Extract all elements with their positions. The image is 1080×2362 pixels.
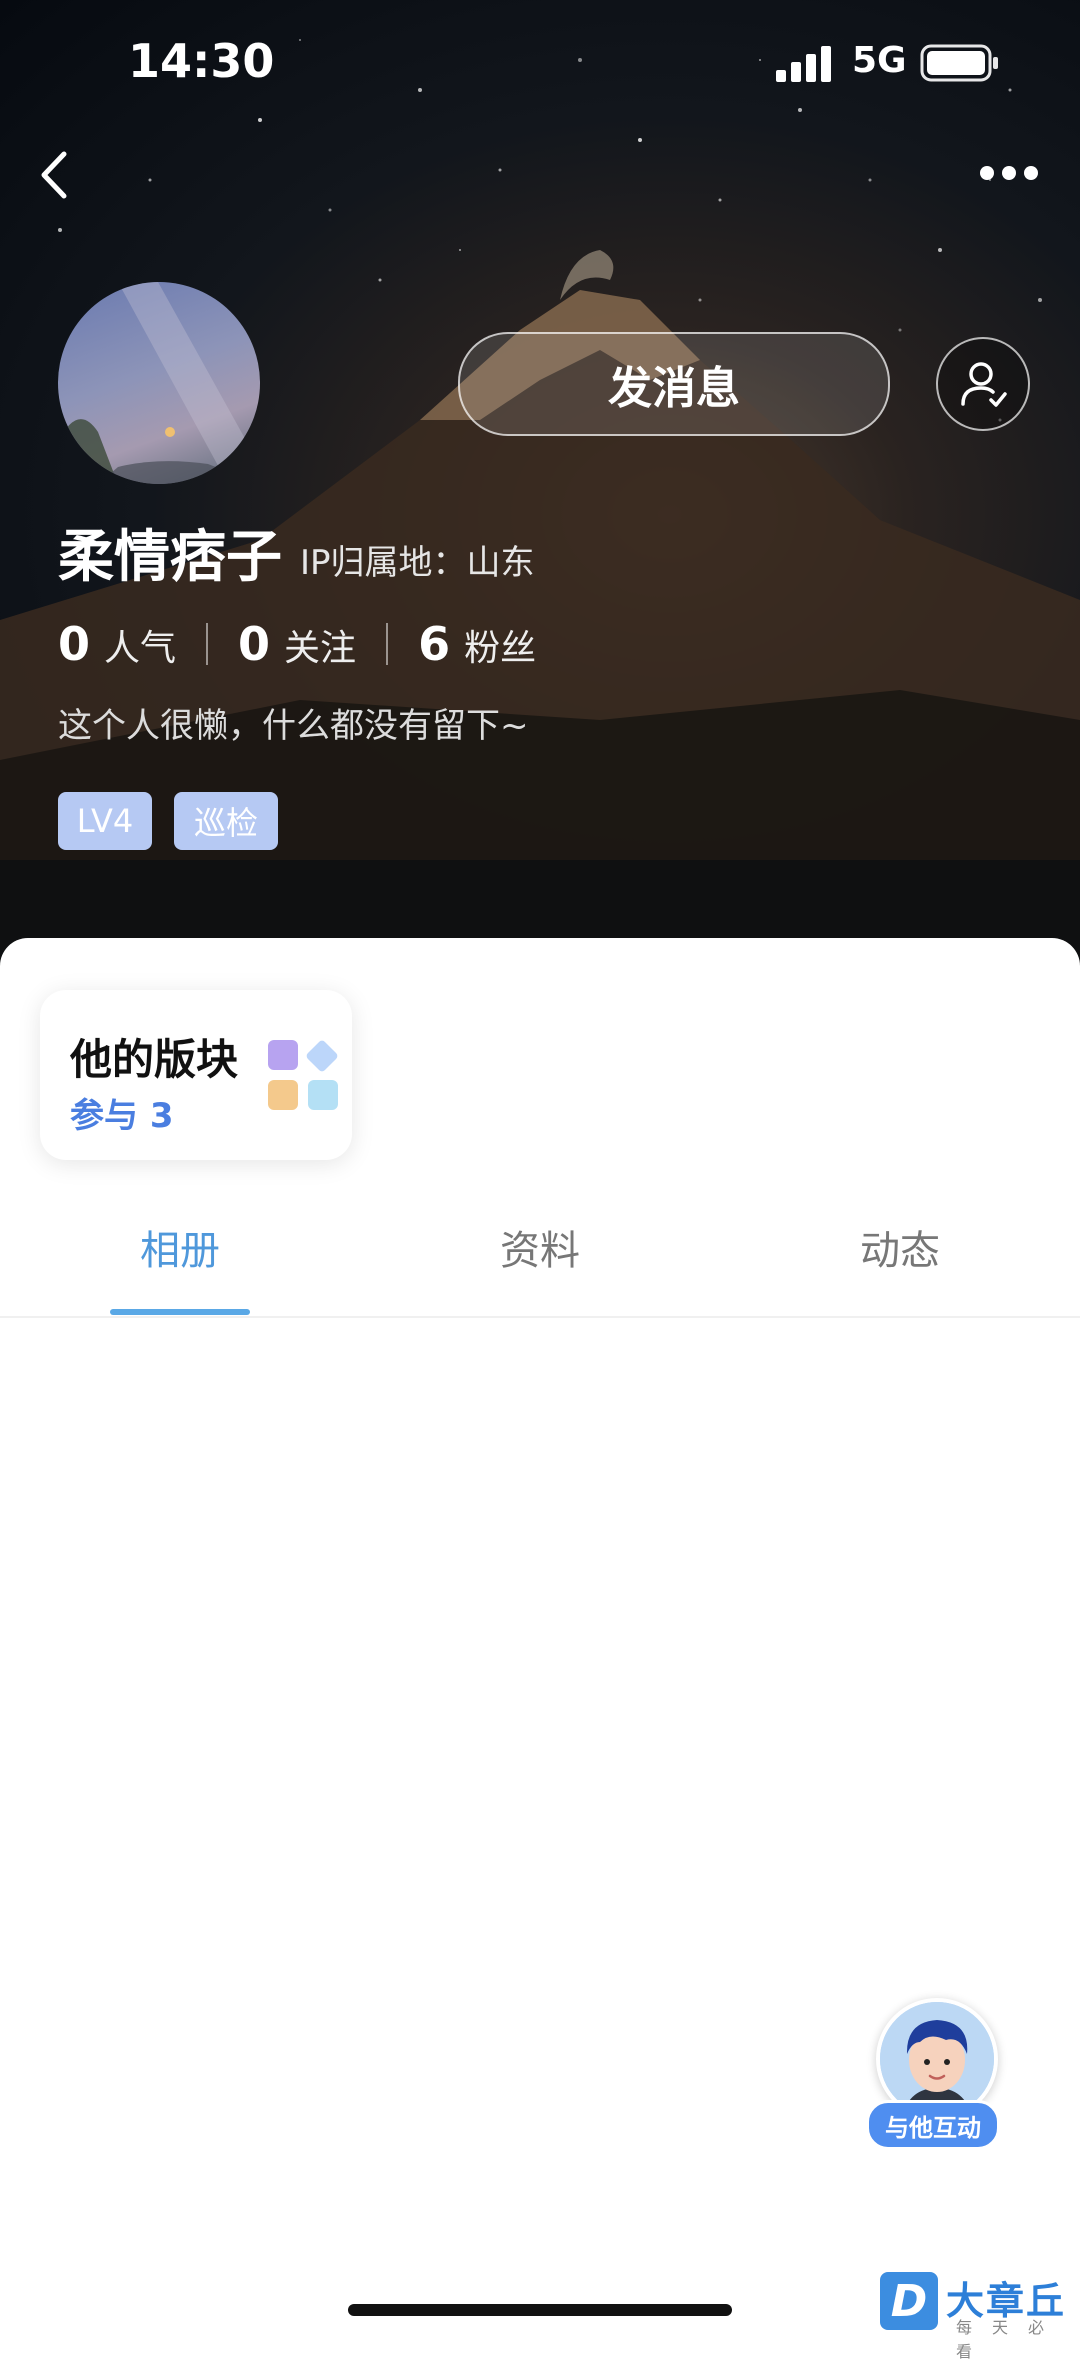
watermark-logo: D 大章丘 每天必看 <box>880 2272 1080 2361</box>
profile-tabs: 相册 资料 动态 <box>0 1196 1080 1316</box>
blocks-grid-icon <box>268 1040 338 1110</box>
profile-bio: 这个人很懒，什么都没有留下~ <box>58 706 529 746</box>
tab-info[interactable]: 资料 <box>500 1218 580 1276</box>
ip-location: IP归属地：山东 <box>300 543 535 583</box>
stat-divider <box>386 623 389 665</box>
follow-button[interactable] <box>936 337 1030 431</box>
status-bar: 14:30 5G <box>0 0 1080 130</box>
stat-popularity[interactable]: 0 人气 <box>58 617 176 671</box>
tab-activity[interactable]: 动态 <box>860 1218 940 1276</box>
avatar[interactable] <box>58 282 260 484</box>
tab-album[interactable]: 相册 <box>140 1218 220 1276</box>
profile-name: 柔情痞子 <box>58 525 282 590</box>
user-check-icon <box>961 362 1007 407</box>
watermark-subtitle: 每天必看 <box>956 2318 1065 2361</box>
night-sky-mountain-background <box>0 39 1080 990</box>
stat-divider <box>206 623 209 665</box>
cellular-signal-icon <box>776 46 831 82</box>
stat-value: 6 <box>418 617 451 671</box>
sections-card-title: 他的版块 <box>70 1035 239 1084</box>
home-indicator <box>348 2304 732 2316</box>
active-tab-indicator <box>110 1309 250 1315</box>
stat-label: 人气 <box>104 628 177 669</box>
send-message-button[interactable]: 发消息 <box>458 332 890 436</box>
sections-card[interactable]: 他的版块 参与 3 <box>40 990 352 1160</box>
role-badge: 巡检 <box>174 792 278 850</box>
interact-fab[interactable]: 与他互动 <box>866 1990 1000 2150</box>
stat-following[interactable]: 0 关注 <box>238 617 356 671</box>
stat-value: 0 <box>58 617 91 671</box>
watermark-d-icon: D <box>880 2272 938 2330</box>
more-options-icon[interactable] <box>976 158 1046 188</box>
interact-fab-label: 与他互动 <box>866 2100 1000 2150</box>
back-arrow-icon[interactable] <box>30 140 80 210</box>
battery-icon <box>920 44 998 82</box>
stat-label: 关注 <box>284 628 357 669</box>
stat-value: 0 <box>238 617 271 671</box>
network-type: 5G <box>852 40 907 81</box>
status-time: 14:30 <box>128 34 275 88</box>
avatar-image <box>58 282 260 484</box>
stat-followers[interactable]: 6 粉丝 <box>418 617 536 671</box>
stat-label: 粉丝 <box>464 628 537 669</box>
level-badge: LV4 <box>58 792 152 850</box>
profile-header: 14:30 5G 发消息 柔情痞子 IP归属地：山东 0 人气 0 关注 6 粉… <box>0 0 1080 990</box>
tabs-divider <box>0 1316 1080 1318</box>
profile-stats: 0 人气 0 关注 6 粉丝 <box>58 612 536 676</box>
sections-card-count: 参与 3 <box>70 1096 174 1136</box>
